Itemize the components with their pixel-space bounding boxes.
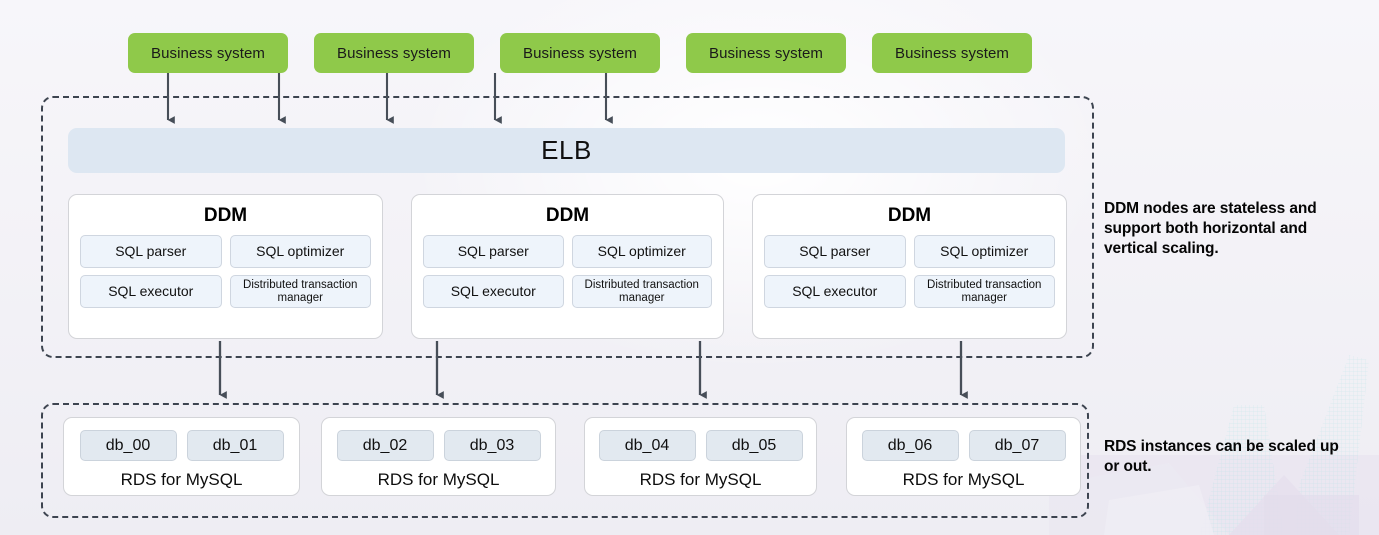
client-to-elb-arrows <box>166 73 613 124</box>
ddm-to-rds-arrows <box>218 341 968 399</box>
architecture-diagram-canvas: Business system Business system Business… <box>0 0 1379 535</box>
connector-arrows <box>166 73 968 399</box>
